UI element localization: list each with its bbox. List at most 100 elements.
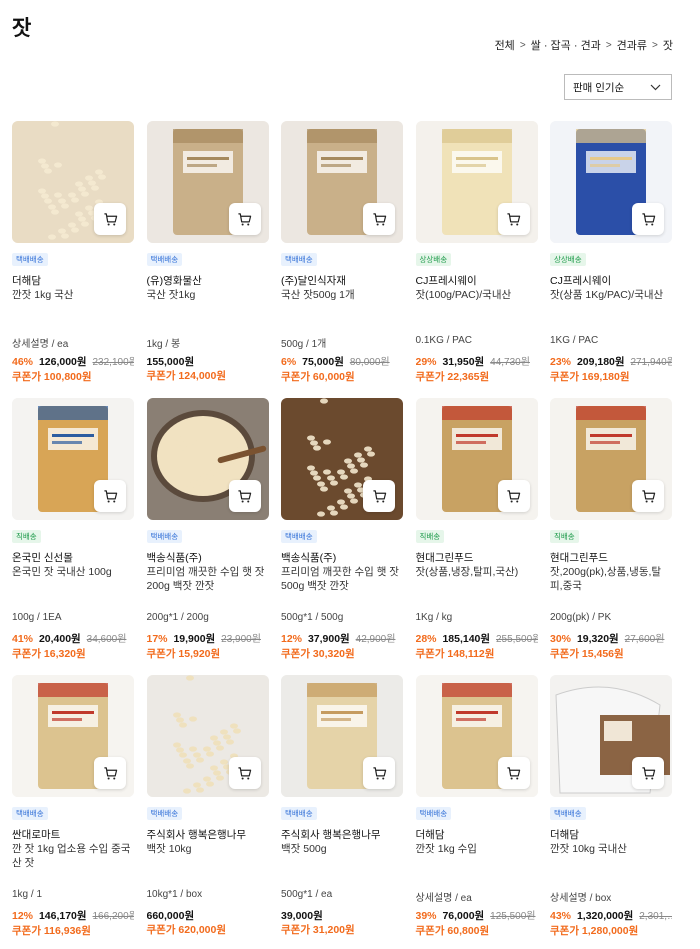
cart-icon (238, 489, 252, 502)
product-card[interactable]: 택배배송 백송식품(주) 프리미엄 깨끗한 수입 햇 잣 200g 백잣 깐잣 … (146, 398, 269, 675)
original-price: 23,900원 (221, 634, 261, 645)
delivery-badge: 택배배송 (550, 807, 586, 820)
add-to-cart-button[interactable] (497, 203, 530, 235)
product-brand: (유)영화물산 (146, 275, 202, 287)
delivery-badge: 상상배송 (550, 253, 586, 266)
product-image[interactable] (415, 121, 538, 243)
cart-icon (507, 212, 521, 225)
product-brand: 현대그린푸드 (415, 552, 474, 564)
cart-icon (507, 489, 521, 502)
product-brand: 더해담 (12, 275, 41, 287)
add-to-cart-button[interactable] (497, 757, 530, 789)
discount-rate: 6% (281, 356, 297, 368)
product-unit: 1Kg / kg (415, 612, 453, 623)
product-card[interactable]: 택배배송 주식회사 행복은행나무 백잣 500g 500g*1 / ea 39,… (281, 675, 403, 949)
coupon-price: 쿠폰가 31,200원 (281, 924, 355, 936)
product-name[interactable]: 국산 잣500g 1개 (281, 288, 403, 330)
sale-price: 76,000원 (442, 910, 485, 922)
sale-price: 660,000원 (146, 910, 195, 922)
product-name[interactable]: 깐 잣 1kg 업소용 수입 중국산 잣 (12, 842, 134, 884)
product-image[interactable] (146, 121, 269, 243)
product-card[interactable]: 택배배송 더해담 깐잣 1kg 수입 상세설명 / ea 39% 76,000원… (415, 675, 538, 949)
product-name[interactable]: 잣,200g(pk),상품,냉동,탈피,중국 (550, 565, 672, 607)
product-card[interactable]: 직배송 온국민 신선몰 온국민 잣 국내산 100g 100g / 1EA 41… (12, 398, 134, 675)
product-name[interactable]: 백잣 500g (281, 842, 403, 884)
product-name[interactable]: 국산 잣1kg (147, 288, 269, 330)
add-to-cart-button[interactable] (94, 480, 126, 512)
product-name[interactable]: 프리미엄 깨끗한 수입 햇 잣 500g 백잣 깐잣 (281, 565, 403, 607)
sale-price: 31,950원 (442, 356, 485, 368)
price-line: 29% 31,950원 44,730원 (416, 355, 538, 370)
product-card[interactable]: 직배송 현대그린푸드 잣,200g(pk),상품,냉동,탈피,중국 200g(p… (550, 398, 672, 675)
product-name[interactable]: 잣(100g/PAC)/국내산 (416, 288, 538, 330)
product-name[interactable]: 백잣 10kg (147, 842, 269, 884)
coupon-price: 쿠폰가 60,000원 (281, 371, 355, 383)
add-to-cart-button[interactable] (363, 757, 395, 789)
product-image[interactable] (12, 675, 134, 797)
product-image[interactable] (550, 121, 672, 243)
breadcrumb-item-current[interactable]: 잣 (663, 37, 673, 53)
coupon-price: 쿠폰가 30,320원 (281, 648, 355, 660)
discount-rate: 43% (550, 910, 572, 922)
discount-rate: 41% (12, 633, 34, 645)
add-to-cart-button[interactable] (497, 480, 530, 512)
add-to-cart-button[interactable] (228, 757, 261, 789)
add-to-cart-button[interactable] (228, 480, 261, 512)
add-to-cart-button[interactable] (632, 203, 664, 235)
product-name[interactable]: 깐잣 10kg 국내산 (550, 842, 672, 884)
coupon-price: 쿠폰가 15,920원 (146, 648, 221, 660)
product-brand: 주식회사 행복은행나무 (281, 829, 381, 841)
discount-rate: 39% (415, 910, 437, 922)
product-image[interactable] (12, 121, 134, 243)
add-to-cart-button[interactable] (94, 757, 126, 789)
product-image[interactable] (281, 398, 403, 520)
add-to-cart-button[interactable] (228, 203, 261, 235)
delivery-badge: 직배송 (550, 530, 579, 543)
product-unit: 500g*1 / ea (281, 889, 333, 900)
product-image[interactable] (146, 398, 269, 520)
product-card[interactable]: 택배배송 주식회사 행복은행나무 백잣 10kg 10kg*1 / box 66… (146, 675, 269, 949)
product-image[interactable] (146, 675, 269, 797)
product-brand: 백송식품(주) (146, 552, 202, 564)
price-line: 17% 19,900원 23,900원 (147, 632, 269, 647)
product-name[interactable]: 깐잣 1kg 수입 (416, 842, 538, 884)
product-unit: 100g / 1EA (12, 612, 62, 623)
product-image[interactable] (281, 675, 403, 797)
delivery-badge: 택배배송 (281, 807, 317, 820)
product-card[interactable]: 택배배송 (유)영화물산 국산 잣1kg 1kg / 봉 155,000원 쿠폰… (146, 121, 269, 398)
product-card[interactable]: 택배배송 백송식품(주) 프리미엄 깨끗한 수입 햇 잣 500g 백잣 깐잣 … (281, 398, 403, 675)
product-card[interactable]: 택배배송 (주)달인식자재 국산 잣500g 1개 500g / 1개 6% 7… (281, 121, 403, 398)
product-card[interactable]: 직배송 현대그린푸드 잣(상품,냉장,탈피,국산) 1Kg / kg 28% 1… (415, 398, 538, 675)
product-image[interactable] (550, 675, 672, 797)
product-name[interactable]: 잣(상품,냉장,탈피,국산) (416, 565, 538, 607)
add-to-cart-button[interactable] (363, 203, 395, 235)
price-line: 46% 126,000원 232,100원 (12, 355, 134, 370)
product-image[interactable] (415, 398, 538, 520)
product-unit: 500g*1 / 500g (281, 612, 344, 623)
add-to-cart-button[interactable] (94, 203, 126, 235)
product-card[interactable]: 상상배송 CJ프레시웨이 잣(100g/PAC)/국내산 0.1KG / PAC… (415, 121, 538, 398)
add-to-cart-button[interactable] (363, 480, 395, 512)
product-name[interactable]: 잣(상품 1Kg/PAC)/국내산 (550, 288, 672, 330)
product-unit: 상세설명 / ea (415, 893, 472, 904)
product-name[interactable]: 깐잣 1kg 국산 (12, 288, 134, 330)
breadcrumb-item-grain[interactable]: 쌀 · 잡곡 · 견과 (531, 37, 601, 53)
product-image[interactable] (550, 398, 672, 520)
product-card[interactable]: 택배배송 더해담 깐잣 1kg 국산 상세설명 / ea 46% 126,000… (12, 121, 134, 398)
sale-price: 1,320,000원 (576, 910, 634, 922)
product-name[interactable]: 프리미엄 깨끗한 수입 햇 잣 200g 백잣 깐잣 (147, 565, 269, 607)
product-card[interactable]: 택배배송 더해담 깐잣 10kg 국내산 상세설명 / box 43% 1,32… (550, 675, 672, 949)
product-image[interactable] (281, 121, 403, 243)
add-to-cart-button[interactable] (632, 480, 664, 512)
breadcrumb-item-nuts[interactable]: 견과류 (617, 37, 647, 53)
product-unit: 10kg*1 / box (146, 889, 203, 900)
product-name[interactable]: 온국민 잣 국내산 100g (12, 565, 134, 607)
product-image[interactable] (415, 675, 538, 797)
sort-dropdown[interactable]: 판매 인기순 (564, 74, 672, 100)
breadcrumb-item-all[interactable]: 전체 (495, 37, 515, 53)
add-to-cart-button[interactable] (632, 757, 664, 789)
product-image[interactable] (12, 398, 134, 520)
price-line: 23% 209,180원 271,940원 (550, 355, 672, 370)
product-card[interactable]: 상상배송 CJ프레시웨이 잣(상품 1Kg/PAC)/국내산 1KG / PAC… (550, 121, 672, 398)
product-card[interactable]: 택배배송 싼대로마트 깐 잣 1kg 업소용 수입 중국산 잣 1kg / 1 … (12, 675, 134, 949)
